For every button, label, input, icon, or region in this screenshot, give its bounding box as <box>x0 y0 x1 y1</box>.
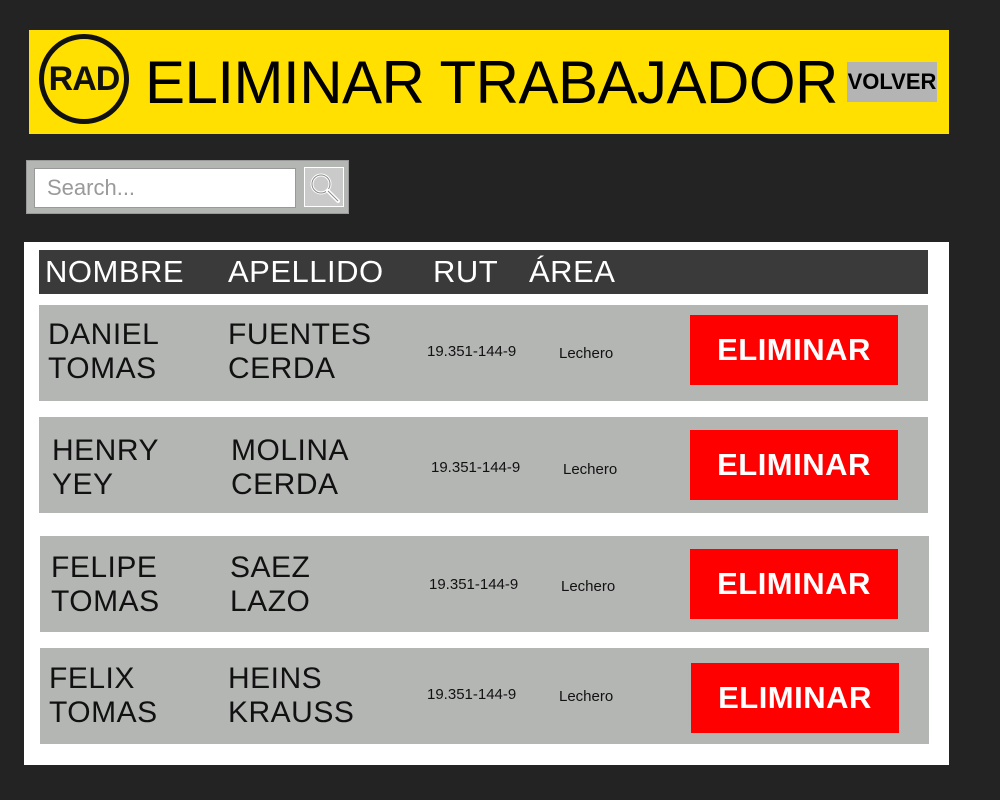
page-title: ELIMINAR TRABAJADOR <box>145 49 838 116</box>
worker-area: Lechero <box>559 688 614 705</box>
column-header-area: ÁREA <box>529 254 616 289</box>
magnifier-icon <box>310 173 340 203</box>
search-bar <box>26 160 349 214</box>
table-row: FELIX TOMAS HEINS KRAUSS 19.351-144-9 Lech… <box>40 648 929 744</box>
delete-button[interactable]: ELIMINAR <box>691 663 899 733</box>
table-header: NOMBRE APELLIDO RUT ÁREA <box>39 250 928 294</box>
worker-first-name: FELIPE TOMAS <box>51 551 160 618</box>
worker-rut: 19.351-144-9 <box>429 576 519 593</box>
worker-rut: 19.351-144-9 <box>427 686 517 703</box>
worker-first-name: HENRY YEY <box>52 434 159 501</box>
table-row: DANIEL TOMAS FUENTES CERDA 19.351-144-9 Le… <box>39 305 928 401</box>
worker-rut: 19.351-144-9 <box>427 343 517 360</box>
search-button[interactable] <box>304 167 344 207</box>
table-row: HENRY YEY MOLINA CERDA 19.351-144-9 Lecher… <box>39 417 928 513</box>
worker-area: Lechero <box>559 345 614 362</box>
delete-button[interactable]: ELIMINAR <box>690 549 898 619</box>
worker-last-name: HEINS KRAUSS <box>228 662 355 729</box>
delete-button[interactable]: ELIMINAR <box>690 430 898 500</box>
table-row: FELIPE TOMAS SAEZ LAZO 19.351-144-9 Lecher… <box>40 536 929 632</box>
page-header: RAD ELIMINAR TRABAJADOR VOLVER <box>29 30 949 134</box>
worker-last-name: FUENTES CERDA <box>228 318 372 385</box>
worker-last-name: MOLINA CERDA <box>231 434 350 501</box>
workers-table: NOMBRE APELLIDO RUT ÁREA DANIEL TOMAS FUE… <box>24 242 949 765</box>
worker-first-name: FELIX TOMAS <box>49 662 158 729</box>
delete-button[interactable]: ELIMINAR <box>690 315 898 385</box>
rad-logo: RAD <box>39 34 129 124</box>
worker-first-name: DANIEL TOMAS <box>48 318 160 385</box>
column-header-apellido: APELLIDO <box>228 254 384 289</box>
search-input[interactable] <box>34 168 296 208</box>
column-header-nombre: NOMBRE <box>45 254 185 289</box>
worker-rut: 19.351-144-9 <box>431 459 521 476</box>
worker-area: Lechero <box>561 578 616 595</box>
worker-area: Lechero <box>563 461 618 478</box>
worker-last-name: SAEZ LAZO <box>230 551 311 618</box>
column-header-rut: RUT <box>433 254 499 289</box>
back-button[interactable]: VOLVER <box>847 62 937 102</box>
